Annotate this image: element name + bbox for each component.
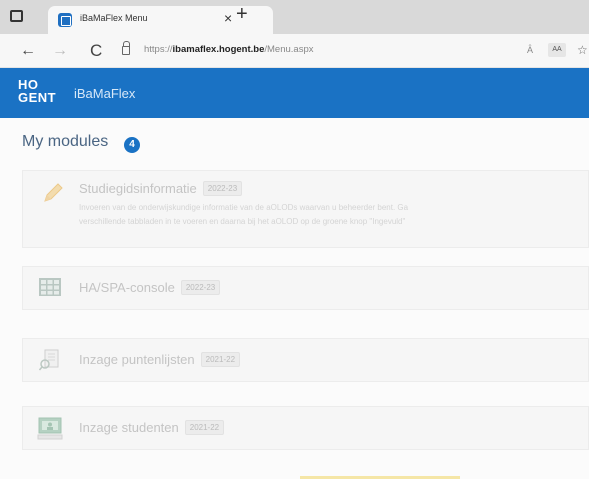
module-name: Studiegidsinformatie xyxy=(79,181,197,196)
module-title: Inzage studenten 2021-22 xyxy=(79,420,225,435)
browser-tabstrip: iBaMaFlex Menu × + xyxy=(0,0,589,34)
address-bar[interactable]: https://ibamaflex.hogent.be/Menu.aspx xyxy=(144,44,314,55)
module-card-inzage-puntenlijsten[interactable]: Inzage puntenlijsten 2021-22 xyxy=(22,338,589,382)
student-screen-icon xyxy=(37,417,63,440)
address-prefix: https:// xyxy=(144,44,173,55)
window-menu-icon[interactable] xyxy=(10,10,23,22)
module-year-badge: 2021-22 xyxy=(184,420,225,435)
module-card-ha-spa-console[interactable]: HA/SPA-console 2022-23 xyxy=(22,266,589,310)
hogent-logo[interactable]: HO GENT xyxy=(18,78,56,104)
grid-icon xyxy=(39,278,61,296)
module-card-inzage-studenten[interactable]: Inzage studenten 2021-22 xyxy=(22,406,589,450)
module-card-studiegidsinformatie[interactable]: Studiegidsinformatie 2022-23 Invoeren van… xyxy=(22,170,589,248)
module-title: HA/SPA-console 2022-23 xyxy=(79,280,221,295)
logo-line2: GENT xyxy=(18,90,57,105)
tab-title: iBaMaFlex Menu xyxy=(80,13,148,23)
reader-mode-button[interactable]: AA xyxy=(548,43,566,57)
module-name: Inzage studenten xyxy=(79,420,179,435)
module-name: Inzage puntenlijsten xyxy=(79,352,195,367)
lock-icon[interactable] xyxy=(122,41,130,55)
app-name[interactable]: iBaMaFlex xyxy=(74,86,135,101)
address-host: ibamaflex.hogent.be xyxy=(172,44,265,55)
document-search-icon xyxy=(39,349,59,371)
module-name: HA/SPA-console xyxy=(79,280,175,295)
module-year-badge: 2022-23 xyxy=(180,280,221,295)
close-tab-icon[interactable]: × xyxy=(224,10,232,26)
main-content: My modules 4 Studiegidsinformatie 2022-23… xyxy=(0,118,589,479)
module-year-badge: 2021-22 xyxy=(200,352,241,367)
app-header: HO GENT iBaMaFlex xyxy=(0,68,589,118)
read-aloud-icon[interactable]: Ȃ xyxy=(527,45,533,55)
favicon-icon xyxy=(58,13,72,27)
browser-toolbar: ← → C https://ibamaflex.hogent.be/Menu.a… xyxy=(0,34,589,68)
module-description-line: Invoeren van de onderwijskundige informa… xyxy=(79,203,409,212)
module-title: Inzage puntenlijsten 2021-22 xyxy=(79,352,241,367)
reload-icon[interactable]: C xyxy=(90,41,102,61)
address-path: /Menu.aspx xyxy=(264,44,314,55)
new-tab-icon[interactable]: + xyxy=(236,4,248,24)
module-title: Studiegidsinformatie 2022-23 xyxy=(79,181,243,196)
module-year-badge: 2022-23 xyxy=(202,181,243,196)
pencil-icon xyxy=(44,183,63,202)
forward-arrow-icon[interactable]: → xyxy=(52,42,68,60)
module-count-badge: 4 xyxy=(124,137,140,153)
module-description-line: verschillende tabbladen in te voeren en … xyxy=(79,217,406,226)
page-title: My modules xyxy=(22,133,109,150)
favorite-star-icon[interactable]: ☆ xyxy=(577,43,588,57)
back-arrow-icon[interactable]: ← xyxy=(20,42,36,60)
